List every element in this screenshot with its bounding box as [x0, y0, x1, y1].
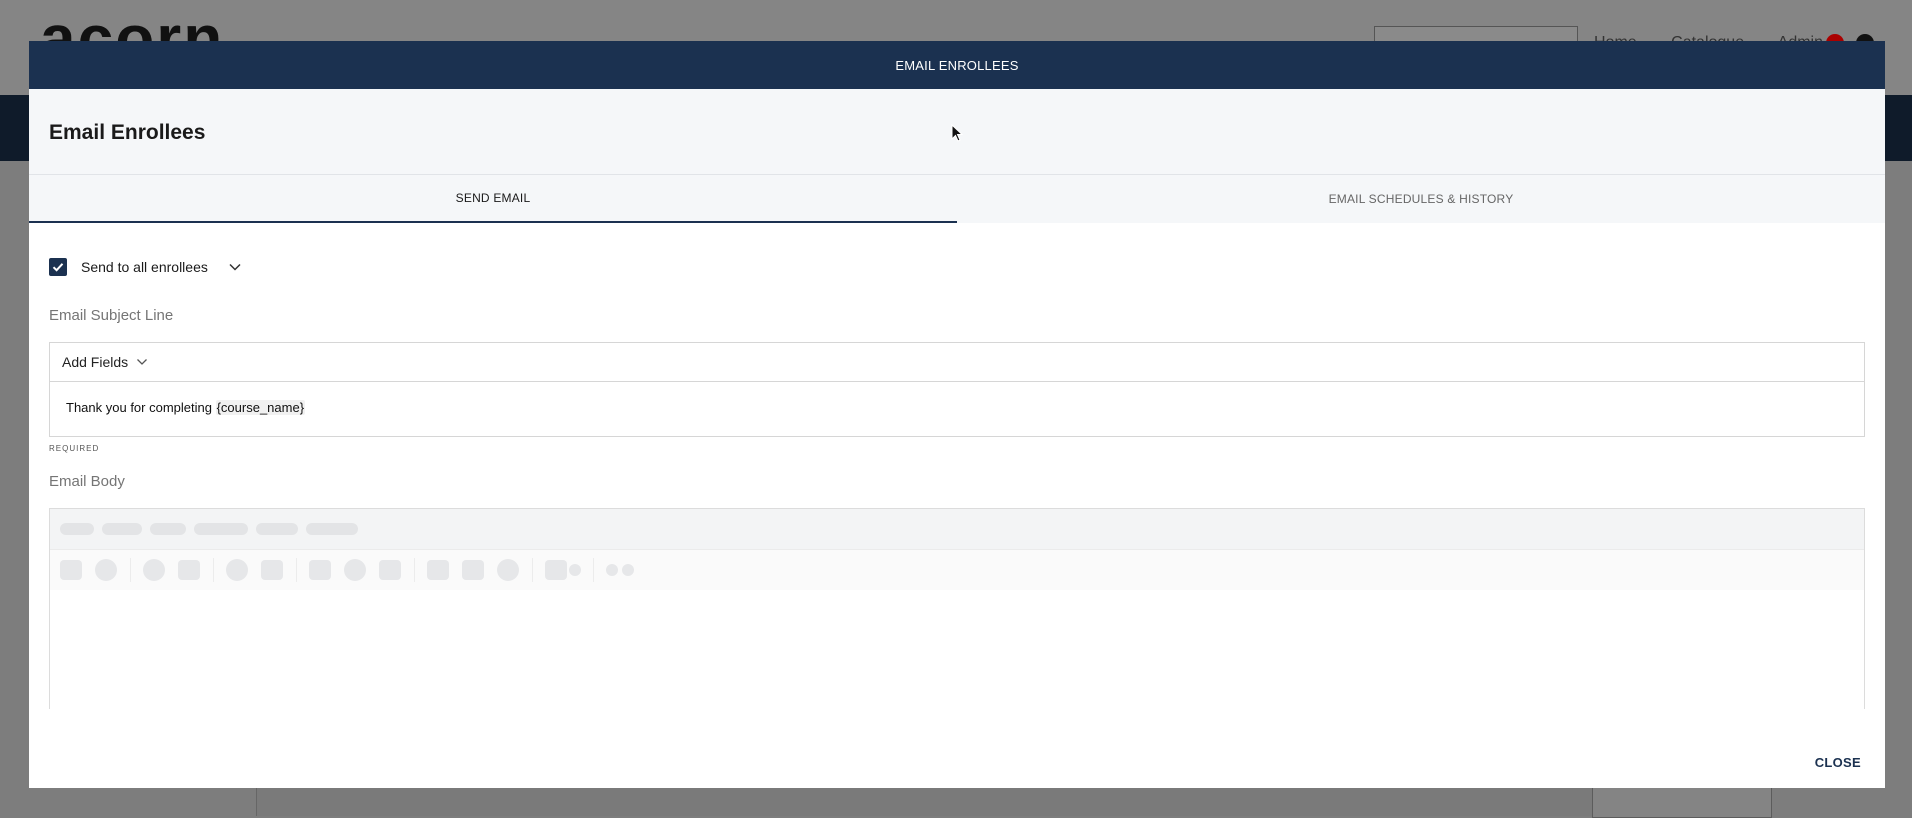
- mouse-cursor-icon: [951, 124, 963, 142]
- tab-send-email-label: SEND EMAIL: [455, 191, 531, 205]
- toolbar-button-placeholder: [545, 560, 567, 580]
- email-body-label: Email Body: [49, 473, 125, 490]
- subject-label: Email Subject Line: [49, 307, 174, 324]
- modal-header-title: EMAIL ENROLLEES: [895, 57, 1019, 73]
- tab-email-schedules-history-label: EMAIL SCHEDULES & HISTORY: [1328, 192, 1514, 206]
- close-button[interactable]: CLOSE: [1815, 755, 1861, 770]
- toolbar-button-placeholder: [606, 564, 618, 576]
- add-fields-label: Add Fields: [62, 354, 129, 370]
- toolbar-button-placeholder: [261, 560, 283, 580]
- modal-tabs: SEND EMAIL EMAIL SCHEDULES & HISTORY: [29, 174, 1885, 223]
- toolbar-button-placeholder: [622, 564, 634, 576]
- toolbar-button-placeholder: [427, 560, 449, 580]
- toolbar-button-placeholder: [569, 564, 581, 576]
- toolbar-button-placeholder: [95, 559, 117, 581]
- menu-placeholder: [256, 523, 298, 535]
- toolbar-button-placeholder: [344, 559, 366, 581]
- toolbar-button-placeholder: [143, 559, 165, 581]
- modal-title: Email Enrollees: [49, 121, 206, 144]
- checkmark-icon: [52, 263, 64, 272]
- subject-text: Thank you for completing: [66, 400, 216, 415]
- toolbar-button-placeholder: [60, 560, 82, 580]
- send-all-checkbox[interactable]: [49, 258, 67, 276]
- toolbar-separator: [532, 558, 533, 582]
- editor-menubar-placeholder: [50, 509, 1864, 550]
- modal-title-bar: Email Enrollees: [29, 89, 1885, 174]
- toolbar-button-placeholder: [462, 560, 484, 580]
- toolbar-separator: [414, 558, 415, 582]
- send-all-row: Send to all enrollees: [49, 258, 242, 276]
- toolbar-button-placeholder: [497, 559, 519, 581]
- email-body-editor[interactable]: [49, 508, 1865, 709]
- toolbar-separator: [213, 558, 214, 582]
- tab-send-email[interactable]: SEND EMAIL: [29, 175, 957, 223]
- menu-placeholder: [150, 523, 186, 535]
- toolbar-button-placeholder: [379, 560, 401, 580]
- course-name-token: {course_name}: [215, 400, 306, 415]
- toolbar-button-placeholder: [309, 560, 331, 580]
- toolbar-button-placeholder: [226, 559, 248, 581]
- chevron-down-icon[interactable]: [228, 262, 242, 272]
- chevron-down-icon: [137, 359, 148, 365]
- menu-placeholder: [306, 523, 358, 535]
- tab-email-schedules-history[interactable]: EMAIL SCHEDULES & HISTORY: [957, 175, 1885, 223]
- add-fields-dropdown[interactable]: Add Fields: [50, 343, 1864, 382]
- subject-input[interactable]: Thank you for completing {course_name}: [50, 382, 1864, 433]
- menu-placeholder: [60, 523, 94, 535]
- toolbar-separator: [130, 558, 131, 582]
- send-all-label: Send to all enrollees: [81, 259, 208, 275]
- modal-header: EMAIL ENROLLEES: [29, 41, 1885, 89]
- toolbar-separator: [593, 558, 594, 582]
- subject-field: Add Fields Thank you for completing {cou…: [49, 342, 1865, 437]
- toolbar-button-placeholder: [178, 560, 200, 580]
- menu-placeholder: [102, 523, 142, 535]
- email-enrollees-modal: EMAIL ENROLLEES Email Enrollees SEND EMA…: [29, 41, 1885, 788]
- menu-placeholder: [194, 523, 248, 535]
- required-hint: REQUIRED: [49, 444, 100, 453]
- editor-toolbar-placeholder: [50, 550, 1864, 590]
- toolbar-separator: [296, 558, 297, 582]
